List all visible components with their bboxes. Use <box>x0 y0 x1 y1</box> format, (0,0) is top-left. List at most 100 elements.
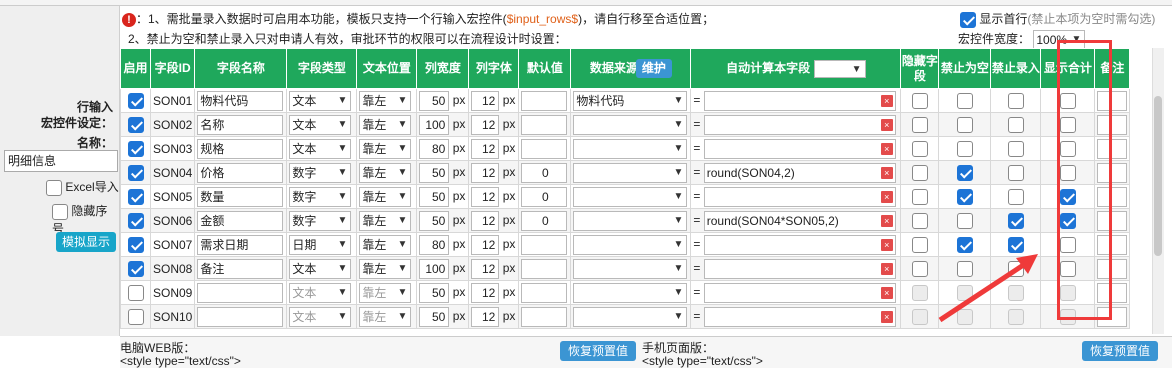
default-value-input[interactable] <box>521 258 568 279</box>
text-pos-select[interactable]: 靠左 ▼ <box>359 90 412 111</box>
clear-icon[interactable]: × <box>880 310 893 323</box>
hide-field-checkbox[interactable] <box>911 164 928 181</box>
field-type-select[interactable]: 文本 ▼ <box>289 258 352 279</box>
hide-field-checkbox[interactable] <box>911 92 928 109</box>
clear-icon[interactable]: × <box>880 94 893 107</box>
auto-calc-input[interactable]: × <box>703 306 896 327</box>
auto-calc-input[interactable]: × <box>703 234 896 255</box>
text-pos-select[interactable]: 靠左 ▼ <box>359 210 412 231</box>
enable-checkbox[interactable] <box>127 140 144 157</box>
restore-mobile-button[interactable]: 恢复预置值 <box>1082 341 1159 361</box>
default-value-input[interactable] <box>521 306 568 327</box>
enable-checkbox[interactable] <box>127 308 144 325</box>
no-input-checkbox[interactable] <box>1007 212 1024 229</box>
enable-checkbox[interactable] <box>127 188 144 205</box>
clear-icon[interactable]: × <box>880 166 893 179</box>
hide-field-checkbox[interactable] <box>911 212 928 229</box>
hide-field-checkbox[interactable] <box>911 260 928 277</box>
col-width-input[interactable]: 50 <box>419 210 450 231</box>
no-input-checkbox[interactable] <box>1007 164 1024 181</box>
data-source-select[interactable]: ▼ <box>573 138 688 159</box>
no-empty-checkbox[interactable] <box>956 164 973 181</box>
text-pos-select[interactable]: 靠左 ▼ <box>359 282 412 303</box>
data-source-select[interactable]: ▼ <box>573 114 688 135</box>
restore-pc-button[interactable]: 恢复预置值 <box>560 341 637 361</box>
field-type-select[interactable]: 文本 ▼ <box>289 90 352 111</box>
show-first-row-option[interactable]: 显示首行(禁止本项为空时需勾选) <box>960 10 1155 28</box>
data-source-select[interactable]: ▼ <box>573 306 688 327</box>
clear-icon[interactable]: × <box>880 142 893 155</box>
auto-calc-input[interactable]: round(SON04,2) × <box>703 162 896 183</box>
data-source-select[interactable]: ▼ <box>573 210 688 231</box>
clear-icon[interactable]: × <box>880 238 893 251</box>
field-type-select[interactable]: 文本 ▼ <box>289 306 352 327</box>
hide-field-checkbox[interactable] <box>911 284 928 301</box>
data-source-select[interactable]: ▼ <box>573 282 688 303</box>
field-type-select[interactable]: 文本 ▼ <box>289 282 352 303</box>
field-name-input[interactable]: 名称 <box>197 114 284 135</box>
col-font-input[interactable]: 12 <box>471 114 500 135</box>
col-width-input[interactable]: 50 <box>419 162 450 183</box>
col-font-input[interactable]: 12 <box>471 258 500 279</box>
text-pos-select[interactable]: 靠左 ▼ <box>359 258 412 279</box>
hide-seq-checkbox[interactable] <box>52 203 68 220</box>
col-width-input[interactable]: 50 <box>419 90 450 111</box>
auto-calc-input[interactable]: × <box>703 258 896 279</box>
pc-css-code[interactable]: <style type="text/css"> <box>120 354 241 368</box>
clear-icon[interactable]: × <box>880 286 893 299</box>
hide-field-checkbox[interactable] <box>911 188 928 205</box>
clear-icon[interactable]: × <box>880 214 893 227</box>
no-input-checkbox[interactable] <box>1007 116 1024 133</box>
field-name-input[interactable]: 需求日期 <box>197 234 284 255</box>
no-empty-checkbox[interactable] <box>956 116 973 133</box>
no-input-checkbox[interactable] <box>1007 92 1024 109</box>
text-pos-select[interactable]: 靠左 ▼ <box>359 234 412 255</box>
clear-icon[interactable]: × <box>880 190 893 203</box>
no-input-checkbox[interactable] <box>1007 188 1024 205</box>
clear-icon[interactable]: × <box>880 118 893 131</box>
data-source-select[interactable]: ▼ <box>573 186 688 207</box>
default-value-input[interactable]: 0 <box>521 186 568 207</box>
field-name-input[interactable]: 金额 <box>197 210 284 231</box>
simulate-display-button[interactable]: 模拟显示 <box>56 232 116 252</box>
enable-checkbox[interactable] <box>127 212 144 229</box>
auto-calc-input[interactable]: × <box>703 138 896 159</box>
maintain-button[interactable]: 维护 <box>635 59 672 78</box>
enable-checkbox[interactable] <box>127 284 144 301</box>
field-type-select[interactable]: 数字 ▼ <box>289 210 352 231</box>
field-name-input[interactable]: 规格 <box>197 138 284 159</box>
default-value-input[interactable] <box>521 282 568 303</box>
text-pos-select[interactable]: 靠左 ▼ <box>359 186 412 207</box>
field-type-select[interactable]: 文本 ▼ <box>289 138 352 159</box>
auto-calc-input[interactable]: × <box>703 90 896 111</box>
col-font-input[interactable]: 12 <box>471 234 500 255</box>
enable-checkbox[interactable] <box>127 236 144 253</box>
default-value-input[interactable] <box>521 114 568 135</box>
enable-checkbox[interactable] <box>127 260 144 277</box>
field-name-input[interactable]: 备注 <box>197 258 284 279</box>
no-empty-checkbox[interactable] <box>956 92 973 109</box>
no-input-checkbox[interactable] <box>1007 140 1024 157</box>
field-name-input[interactable] <box>197 282 284 303</box>
no-empty-checkbox[interactable] <box>956 188 973 205</box>
enable-checkbox[interactable] <box>127 92 144 109</box>
text-pos-select[interactable]: 靠左 ▼ <box>359 162 412 183</box>
data-source-select[interactable]: ▼ <box>573 234 688 255</box>
auto-calc-input[interactable]: round(SON04*SON05,2) × <box>703 210 896 231</box>
auto-calc-select[interactable]: ▼ <box>813 59 866 78</box>
no-empty-checkbox[interactable] <box>956 140 973 157</box>
field-name-input[interactable]: 物料代码 <box>197 90 284 111</box>
name-input[interactable]: 明细信息 <box>4 150 118 172</box>
default-value-input[interactable] <box>521 138 568 159</box>
hide-field-checkbox[interactable] <box>911 140 928 157</box>
col-width-input[interactable]: 50 <box>419 306 450 327</box>
col-font-input[interactable]: 12 <box>471 306 500 327</box>
col-width-input[interactable]: 80 <box>419 138 450 159</box>
scrollbar-thumb[interactable] <box>1154 96 1162 256</box>
field-name-input[interactable] <box>197 306 284 327</box>
field-type-select[interactable]: 文本 ▼ <box>289 114 352 135</box>
auto-calc-input[interactable]: × <box>703 114 896 135</box>
col-width-input[interactable]: 50 <box>419 282 450 303</box>
auto-calc-input[interactable]: × <box>703 186 896 207</box>
field-type-select[interactable]: 日期 ▼ <box>289 234 352 255</box>
